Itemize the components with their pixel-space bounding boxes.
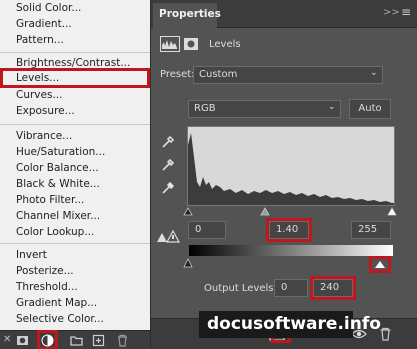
layers-bottom-bar: ✕ <box>0 330 150 349</box>
add-mask-icon[interactable] <box>16 334 29 347</box>
input-white-handle <box>387 207 397 216</box>
output-levels-label: Output Levels: <box>204 283 277 294</box>
adjustment-menu: Solid Color... Gradient... Pattern... Br… <box>0 0 150 330</box>
layer-mask-icon[interactable] <box>184 38 198 50</box>
preset-label: Preset: <box>160 69 195 80</box>
chevron-down-icon: ⌄ <box>328 102 336 112</box>
delete-adjustment-icon[interactable] <box>379 327 392 341</box>
preset-dropdown[interactable]: Custom ⌄ <box>193 66 383 84</box>
histogram <box>187 126 395 206</box>
panel-header: Properties >> ≡ <box>151 0 417 28</box>
input-midtone-field[interactable]: 1.40 <box>266 218 312 242</box>
adjustment-layer-icon[interactable] <box>41 334 54 347</box>
folder-icon[interactable] <box>70 334 83 347</box>
menu-item-color-lookup[interactable]: Color Lookup... <box>16 226 94 239</box>
histogram-graph <box>188 133 394 205</box>
menu-item-gradient-map[interactable]: Gradient Map... <box>16 297 97 310</box>
output-white-handle[interactable] <box>372 259 388 270</box>
menu-item-pattern[interactable]: Pattern... <box>16 34 64 47</box>
menu-item-invert[interactable]: Invert <box>16 249 47 262</box>
menu-item-channel-mixer[interactable]: Channel Mixer... <box>16 210 100 223</box>
tab-properties[interactable]: Properties <box>153 3 221 28</box>
input-black-field[interactable]: 0 <box>188 221 226 239</box>
output-white-handle-highlight[interactable] <box>369 256 391 273</box>
menu-item-color-balance[interactable]: Color Balance... <box>16 162 99 175</box>
chevron-down-icon: ⌄ <box>370 68 378 78</box>
trash-icon[interactable] <box>116 334 129 347</box>
panel-menu-icon[interactable]: ≡ <box>401 5 411 19</box>
watermark: docusoftware.info <box>199 311 381 338</box>
levels-icon <box>160 36 180 52</box>
channel-value: RGB <box>194 103 216 114</box>
auto-button[interactable]: Auto <box>349 99 391 119</box>
menu-item-threshold[interactable]: Threshold... <box>16 281 78 294</box>
white-eyedropper-icon[interactable] <box>160 180 176 196</box>
collapse-icon[interactable]: >> <box>383 7 400 18</box>
input-slider[interactable] <box>183 207 403 217</box>
menu-item-exposure[interactable]: Exposure... <box>16 105 75 118</box>
link-icon[interactable]: ✕ <box>3 334 16 347</box>
menu-item-selective-color[interactable]: Selective Color... <box>16 313 104 326</box>
black-eyedropper-icon[interactable] <box>160 134 176 150</box>
adjustment-name: Levels <box>209 39 241 50</box>
menu-item-solid-color[interactable]: Solid Color... <box>16 2 81 15</box>
input-white-field[interactable]: 255 <box>351 221 391 239</box>
menu-separator <box>0 124 150 125</box>
input-midtone-handle <box>260 207 270 216</box>
new-layer-icon[interactable] <box>92 334 105 347</box>
levels-highlight-box <box>0 68 150 88</box>
panel-title: Properties <box>159 8 221 20</box>
menu-item-vibrance[interactable]: Vibrance... <box>16 130 72 143</box>
output-black-field[interactable]: 0 <box>274 279 308 297</box>
menu-item-hue-saturation[interactable]: Hue/Saturation... <box>16 146 105 159</box>
gray-eyedropper-icon[interactable] <box>160 157 176 173</box>
menu-item-posterize[interactable]: Posterize... <box>16 265 74 278</box>
properties-panel: Properties >> ≡ Levels Preset: Custom ⌄ … <box>150 0 417 349</box>
output-black-handle <box>183 258 193 268</box>
output-gradient <box>189 245 393 256</box>
menu-item-curves[interactable]: Curves... <box>16 89 62 102</box>
menu-item-photo-filter[interactable]: Photo Filter... <box>16 194 84 207</box>
menu-separator <box>0 243 150 244</box>
menu-separator <box>0 52 150 53</box>
input-black-handle <box>183 207 193 216</box>
menu-item-black-white[interactable]: Black & White... <box>16 178 100 191</box>
preset-value: Custom <box>199 69 238 80</box>
output-white-field[interactable]: 240 <box>310 276 356 300</box>
menu-item-gradient[interactable]: Gradient... <box>16 18 72 31</box>
channel-dropdown[interactable]: RGB ⌄ <box>188 100 341 118</box>
clipping-warning-icon[interactable] <box>156 228 180 244</box>
